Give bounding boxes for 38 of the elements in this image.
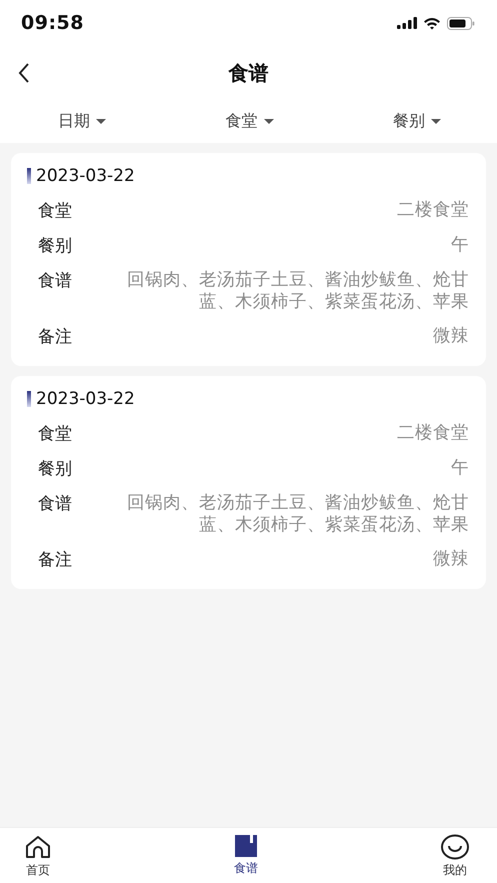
field-label: 餐别 [38,458,72,480]
field-value: 二楼食堂 [397,422,469,444]
accent-bar [27,168,31,184]
smile-icon [440,834,470,860]
caret-icon [431,119,441,124]
tab-bar-item[interactable]: 首页 [24,828,52,883]
field-value: 微辣 [433,325,469,347]
wifi-icon [423,16,441,30]
field-value: 回锅肉、老汤茄子土豆、酱油炒鲅鱼、炝甘蓝、木须柿子、紫菜蛋花汤、苹果 [126,269,469,313]
field-label: 食谱 [38,270,72,292]
accent-bar [27,391,31,407]
page-title: 食谱 [228,60,268,86]
record-date: 2023-03-22 [36,389,135,409]
field-value: 微辣 [433,548,469,570]
filter-dropdown[interactable]: 日期 [58,111,106,132]
record-date: 2023-03-22 [36,166,135,186]
caret-icon [264,119,274,124]
field-value: 二楼食堂 [397,199,469,221]
field-label: 餐别 [38,235,72,257]
tab-bar-item[interactable]: 食谱 [234,828,258,883]
field-label: 备注 [38,549,72,571]
field-value: 午 [451,234,469,256]
book-icon [234,834,258,858]
field-label: 备注 [38,326,72,348]
tab-bar-item[interactable]: 我的 [440,828,470,883]
signal-icon [397,17,417,29]
caret-icon [96,119,106,124]
home-icon [24,834,52,860]
back-icon [18,63,30,83]
field-value: 回锅肉、老汤茄子土豆、酱油炒鲅鱼、炝甘蓝、木须柿子、紫菜蛋花汤、苹果 [126,492,469,536]
field-value: 午 [451,457,469,479]
field-label: 食堂 [38,200,72,222]
filter-dropdown[interactable]: 食堂 [226,111,274,132]
filter-dropdown[interactable]: 餐别 [393,111,441,132]
field-label: 食谱 [38,493,72,515]
status-time: 09:58 [21,12,84,34]
field-label: 食堂 [38,423,72,445]
battery-icon [447,16,475,30]
